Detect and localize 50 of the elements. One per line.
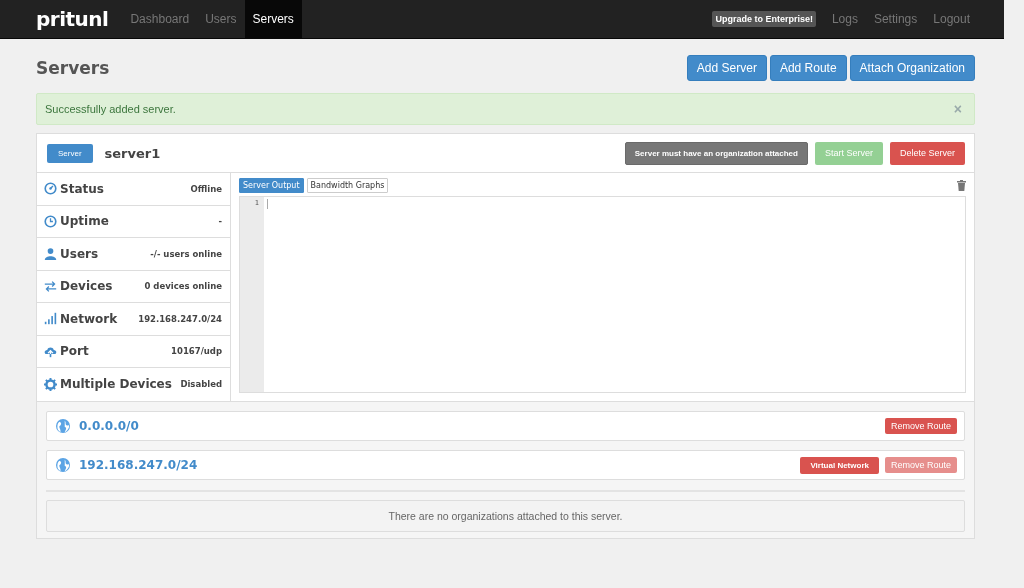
alert-message: Successfully added server. [45, 103, 176, 115]
nav-link[interactable]: Servers [244, 0, 302, 38]
globe-icon [56, 419, 70, 433]
header-button[interactable]: Add Route [769, 55, 847, 81]
stat-label: Devices [60, 279, 114, 294]
stat-value: 192.168.247.0/24 [138, 313, 222, 324]
stat-label: Port [60, 344, 90, 359]
nav-link[interactable]: Logs [823, 0, 866, 38]
stat-value: -/- users online [150, 248, 222, 259]
user-icon [44, 247, 57, 261]
gauge-icon [44, 182, 57, 196]
cloud-upload-icon [44, 344, 57, 358]
nav-link[interactable]: Settings [865, 0, 926, 38]
close-button[interactable]: × [949, 101, 966, 117]
route-network: 192.168.247.0/24 [79, 458, 199, 472]
trash-icon[interactable] [957, 179, 966, 191]
tab[interactable]: Bandwidth Graphs [306, 177, 389, 193]
server-name: server1 [104, 145, 162, 161]
stat-label: Status [60, 181, 105, 196]
stat-label: Multiple Devices [60, 377, 173, 392]
tab[interactable]: Server Output [239, 177, 304, 193]
server-action-button[interactable]: Delete Server [889, 141, 965, 165]
stat-label: Users [60, 246, 100, 261]
server-badge: Server [47, 143, 93, 163]
nav-link[interactable]: Users [197, 0, 245, 38]
clock-icon [44, 214, 57, 228]
empty-organizations-message: There are no organizations attached to this server. [46, 500, 965, 532]
stat-value: Disabled [180, 379, 222, 390]
remove-route-button[interactable]: Remove Route [884, 418, 957, 434]
stat-value: 10167/udp [171, 346, 222, 357]
route-network: 0.0.0.0/0 [79, 419, 140, 433]
header-button[interactable]: Add Server [686, 55, 767, 81]
server-action-button[interactable]: Server must have an organization attached [624, 141, 808, 165]
route-tag: Virtual Network [800, 456, 879, 474]
gear-icon [44, 377, 57, 391]
text-cursor [267, 199, 268, 209]
stat-label: Uptime [60, 214, 110, 229]
stat-value: 0 devices online [144, 281, 222, 292]
stat-value: Offline [190, 183, 222, 194]
nav-link[interactable]: Dashboard [122, 0, 198, 38]
page-title: Servers [36, 57, 110, 78]
upgrade-badge[interactable]: Upgrade to Enterprise! [712, 11, 816, 27]
stat-label: Network [60, 311, 119, 326]
globe-icon [56, 458, 70, 472]
logo: pritunl [36, 6, 109, 33]
nav-link[interactable]: Logout [925, 0, 978, 38]
arrows-icon [44, 279, 57, 293]
header-button[interactable]: Attach Organization [849, 55, 975, 81]
signal-icon [44, 312, 57, 326]
stat-value: - [218, 216, 222, 227]
